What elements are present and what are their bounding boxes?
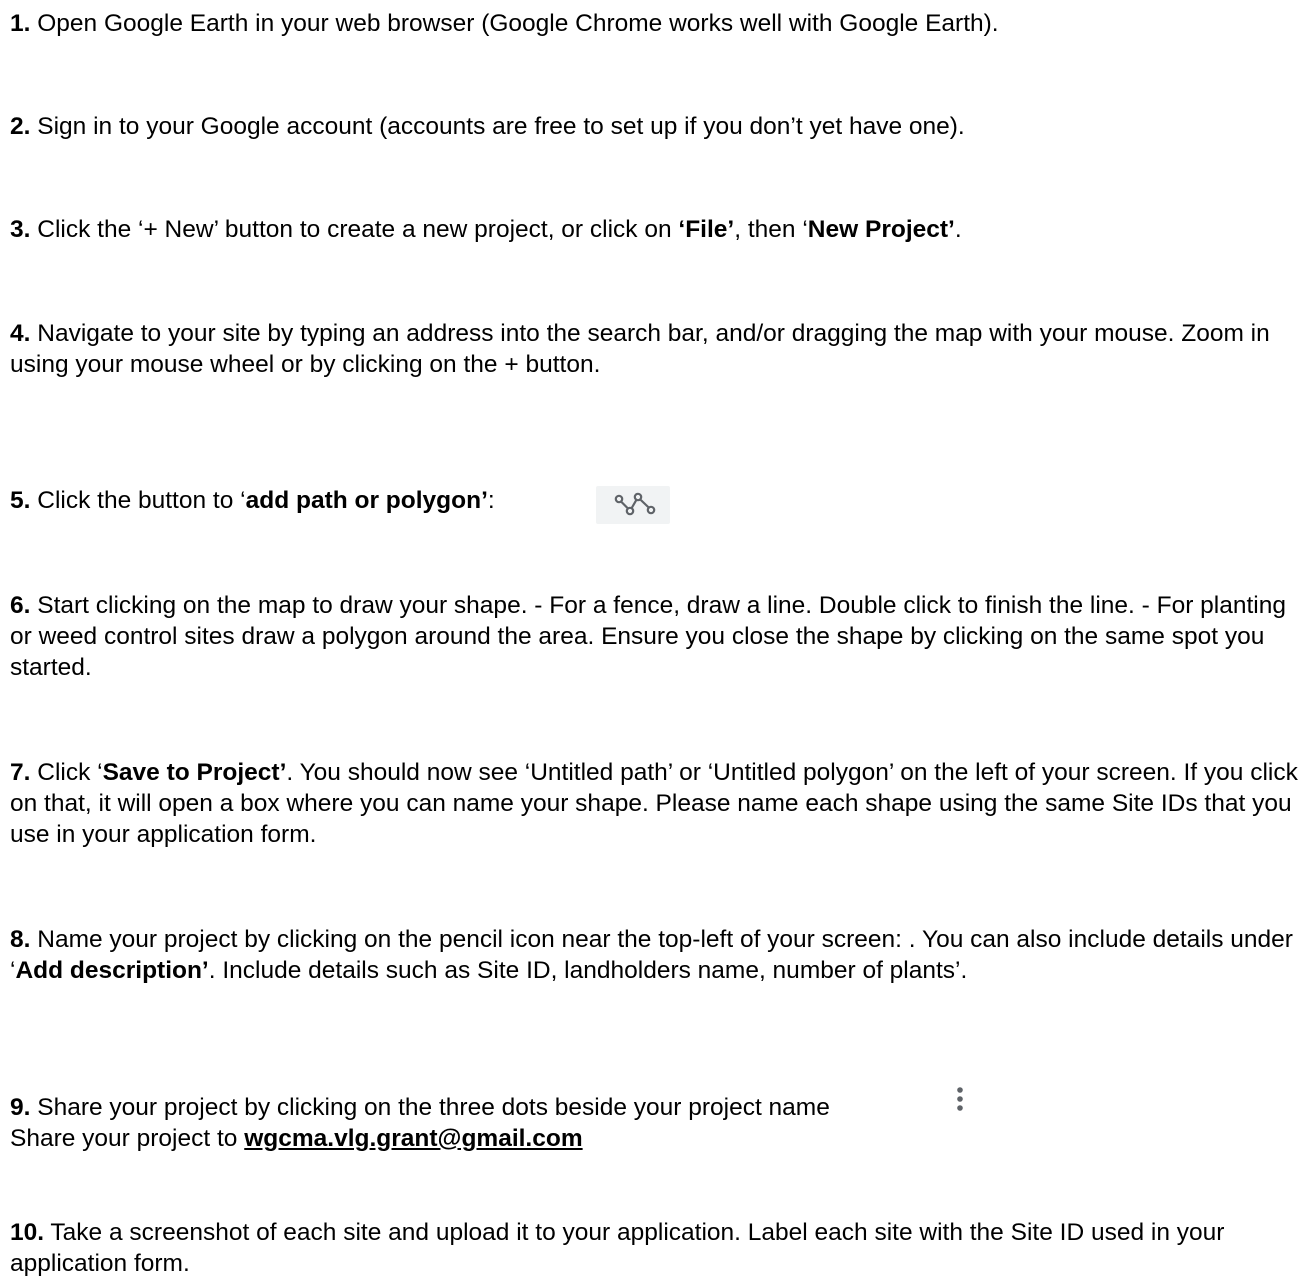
step-text: , then ‘ (734, 216, 808, 243)
step-4: 4. Navigate to your site by typing an ad… (10, 318, 1300, 380)
save-to-project-label: Save to Project’ (102, 759, 287, 786)
step-8: 8. Name your project by clicking on the … (10, 924, 1300, 986)
step-number: 1. (10, 10, 31, 37)
step-text: Share your project to (10, 1125, 245, 1152)
more-vertical-icon (950, 1080, 970, 1128)
step-text: Start clicking on the map to draw your s… (10, 592, 1286, 681)
step-6: 6. Start clicking on the map to draw you… (10, 590, 1300, 683)
step-3: 3. Click the ‘+ New’ button to create a … (10, 214, 1300, 245)
file-menu-label: ‘File’ (678, 216, 735, 243)
step-number: 5. (10, 487, 31, 514)
share-email-link[interactable]: wgcma.vlg.grant@gmail.com (244, 1125, 582, 1152)
step-number: 9. (10, 1094, 31, 1121)
step-7: 7. Click ‘Save to Project’. You should n… (10, 757, 1300, 850)
step-number: 3. (10, 216, 31, 243)
add-path-or-polygon-icon (596, 486, 670, 524)
step-10: 10. Take a screenshot of each site and u… (10, 1217, 1300, 1279)
step-number: 7. (10, 759, 31, 786)
step-number: 8. (10, 926, 31, 953)
step-text: Open Google Earth in your web browser (G… (30, 10, 999, 37)
step-number: 10. (10, 1219, 45, 1246)
step-9: 9. Share your project by clicking on the… (10, 1092, 1300, 1154)
step-text: Take a screenshot of each site and uploa… (10, 1219, 1225, 1277)
add-description-label: Add description’ (15, 957, 209, 984)
step-text: Sign in to your Google account (accounts… (30, 113, 965, 140)
step-2: 2. Sign in to your Google account (accou… (10, 111, 1300, 142)
step-text: . (954, 216, 962, 243)
step-1: 1. Open Google Earth in your web browser… (10, 8, 1300, 39)
step-text: Navigate to your site by typing an addre… (10, 320, 1270, 378)
add-path-label: add path or polygon’ (245, 487, 488, 514)
new-project-label: New Project’ (807, 216, 955, 243)
step-number: 2. (10, 113, 31, 140)
step-text: Click the ‘+ New’ button to create a new… (30, 216, 679, 243)
step-text: . Include details such as Site ID, landh… (208, 957, 968, 984)
step-text: Click the button to ‘ (30, 487, 246, 514)
step-number: 4. (10, 320, 31, 347)
step-number: 6. (10, 592, 31, 619)
instructions-document: 1. Open Google Earth in your web browser… (0, 0, 1308, 1281)
step-text: Share your project by clicking on the th… (30, 1094, 830, 1121)
step-text: : (487, 487, 495, 514)
step-text: Click ‘ (30, 759, 103, 786)
